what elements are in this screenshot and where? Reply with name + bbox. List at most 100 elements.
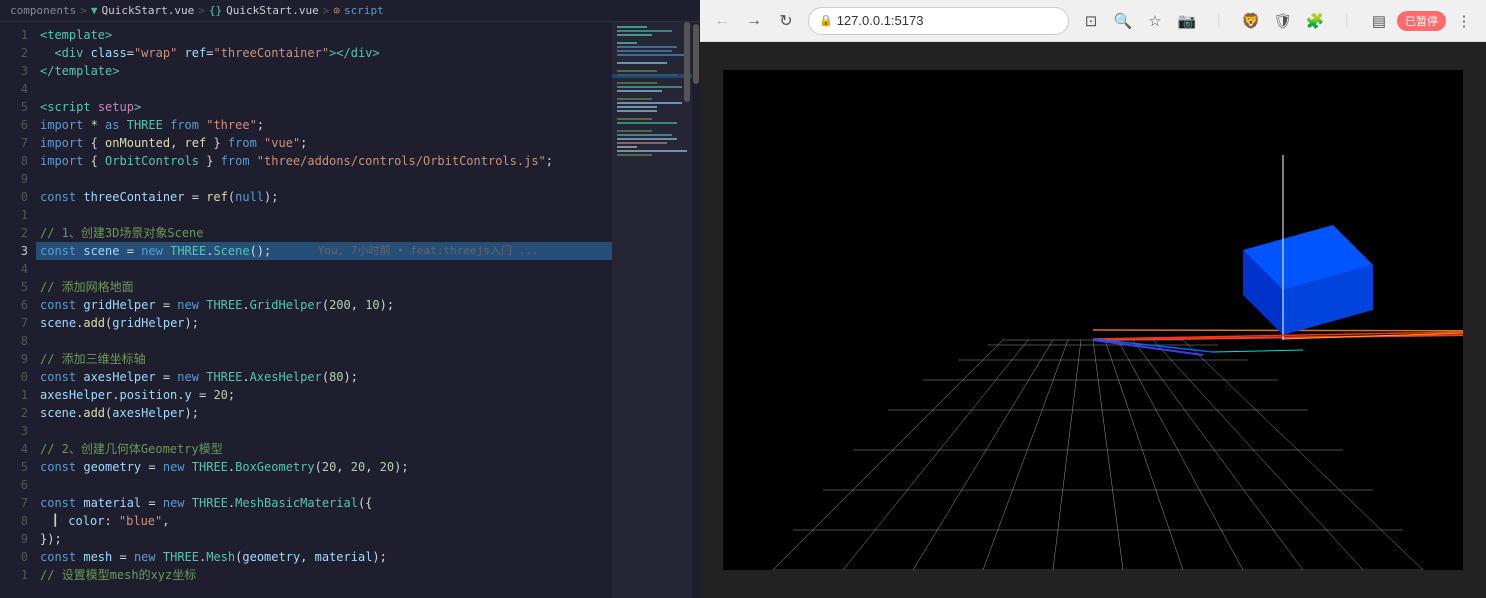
code-line-22: scene.add(axesHelper); [36,404,612,422]
ln-18: 8 [0,332,28,350]
ln-5: 5 [0,98,28,116]
code-line-6: import * as THREE from "three"; [36,116,612,134]
ln-17: 7 [0,314,28,332]
ln-23: 3 [0,422,28,440]
ln-24: 4 [0,440,28,458]
code-line-8: import { OrbitControls } from "three/add… [36,152,612,170]
ln-14: 4 [0,260,28,278]
paused-badge: 已暂停 [1397,11,1446,31]
ln-11: 1 [0,206,28,224]
menu-icon-btn[interactable]: ⋮ [1450,7,1478,35]
ln-2: 2 [0,44,28,62]
code-line-11 [36,206,612,224]
ln-12: 2 [0,224,28,242]
ln-20: 0 [0,368,28,386]
divider1: | [1205,7,1233,35]
bookmark-icon-btn[interactable]: ☆ [1141,7,1169,35]
code-line-18 [36,332,612,350]
three-canvas [723,70,1463,570]
code-line-19: // 添加三维坐标轴 [36,350,612,368]
lock-icon: 🔒 [819,14,833,27]
ln-10: 0 [0,188,28,206]
ln-7: 7 [0,134,28,152]
code-line-7: import { onMounted, ref } from "vue"; [36,134,612,152]
breadcrumb-sep1: > [80,4,87,17]
code-line-15: // 添加网格地面 [36,278,612,296]
code-line-23 [36,422,612,440]
ln-13: 3 [0,242,28,260]
ln-27: 7 [0,494,28,512]
scrollbar-right[interactable] [692,22,700,598]
code-line-13: const scene = new THREE.Scene(); You, 7小… [36,242,612,260]
ln-19: 9 [0,350,28,368]
code-line-10: const threeContainer = ref(null); [36,188,612,206]
sidebar-icon-btn[interactable]: ▤ [1365,7,1393,35]
ln-15: 5 [0,278,28,296]
code-line-12: // 1、创建3D场景对象Scene [36,224,612,242]
ln-31: 1 [0,566,28,584]
breadcrumb-sep3: > [323,4,330,17]
puzzle-icon-btn[interactable]: 🧩 [1301,7,1329,35]
zoom-icon-btn[interactable]: 🔍 [1109,7,1137,35]
code-line-1: <template> [36,26,612,44]
divider2: | [1333,7,1361,35]
editor-panel: components > ▼ QuickStart.vue > {} Quick… [0,0,700,598]
breadcrumb-vue-icon: ▼ [91,4,98,17]
code-line-30: const mesh = new THREE.Mesh(geometry, ma… [36,548,612,566]
code-line-17: scene.add(gridHelper); [36,314,612,332]
breadcrumb-components[interactable]: components [10,4,76,17]
ln-25: 5 [0,458,28,476]
ln-9: 9 [0,170,28,188]
code-line-2: <div class="wrap" ref="threeContainer"><… [36,44,612,62]
code-line-5: <script setup> [36,98,612,116]
forward-button[interactable]: → [740,7,768,35]
code-line-9 [36,170,612,188]
scene-svg [723,70,1463,570]
ln-8: 8 [0,152,28,170]
minimap-svg [612,22,692,598]
code-line-14 [36,260,612,278]
breadcrumb-script[interactable]: script [344,4,384,17]
code-area[interactable]: 1 2 3 4 5 6 7 8 9 0 1 2 3 4 5 6 7 8 9 0 … [0,22,700,598]
ln-3: 3 [0,62,28,80]
breadcrumb-filename[interactable]: QuickStart.vue [101,4,194,17]
code-content[interactable]: <template> <div class="wrap" ref="threeC… [36,22,612,598]
ln-30: 0 [0,548,28,566]
ln-28: 8 [0,512,28,530]
code-line-26 [36,476,612,494]
breadcrumb-type: {} [209,4,222,17]
breadcrumb-bar: components > ▼ QuickStart.vue > {} Quick… [0,0,700,22]
cast-icon-btn[interactable]: ⊡ [1077,7,1105,35]
back-button[interactable]: ← [708,7,736,35]
address-bar-container[interactable]: 🔒 [808,7,1069,35]
ln-22: 2 [0,404,28,422]
scrollbar-thumb[interactable] [693,24,699,84]
code-line-29: }); [36,530,612,548]
screenshot-icon-btn[interactable]: 📷 [1173,7,1201,35]
minimap[interactable] [612,22,692,598]
ln-21: 1 [0,386,28,404]
shield-icon-btn[interactable]: 🛡 [1269,7,1297,35]
code-line-28: ▎ color: "blue", [36,512,612,530]
code-line-3: </template> [36,62,612,80]
breadcrumb-script-icon: ⊙ [333,4,340,17]
browser-toolbar: ← → ↻ 🔒 ⊡ 🔍 ☆ 📷 | 🦁 🛡 🧩 | ▤ 已暂停 ⋮ [700,0,1486,42]
code-line-31: // 设置模型mesh的xyz坐标 [36,566,612,584]
address-bar-input[interactable] [837,13,1058,28]
breadcrumb-typename[interactable]: QuickStart.vue [226,4,319,17]
reload-button[interactable]: ↻ [772,7,800,35]
code-line-16: const gridHelper = new THREE.GridHelper(… [36,296,612,314]
ln-1: 1 [0,26,28,44]
ln-6: 6 [0,116,28,134]
ln-26: 6 [0,476,28,494]
ln-4: 4 [0,80,28,98]
line-numbers: 1 2 3 4 5 6 7 8 9 0 1 2 3 4 5 6 7 8 9 0 … [0,22,36,598]
ln-16: 6 [0,296,28,314]
browser-panel: ← → ↻ 🔒 ⊡ 🔍 ☆ 📷 | 🦁 🛡 🧩 | ▤ 已暂停 ⋮ [700,0,1486,598]
code-line-20: const axesHelper = new THREE.AxesHelper(… [36,368,612,386]
code-line-4 [36,80,612,98]
ln-29: 9 [0,530,28,548]
brave-icon-btn[interactable]: 🦁 [1237,7,1265,35]
code-line-24: // 2、创建几何体Geometry模型 [36,440,612,458]
code-line-25: const geometry = new THREE.BoxGeometry(2… [36,458,612,476]
